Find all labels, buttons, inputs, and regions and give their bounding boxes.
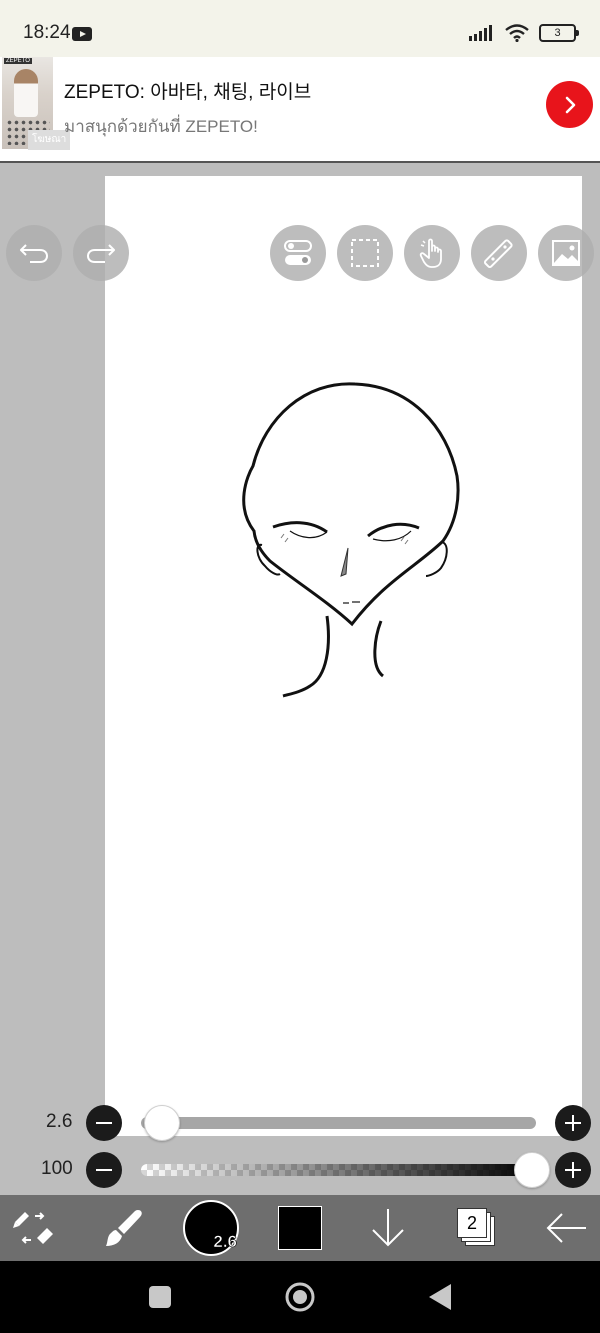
drawing-canvas[interactable] <box>105 176 582 1136</box>
download-button[interactable] <box>366 1195 410 1261</box>
brush-preview: 2.6 <box>183 1200 239 1256</box>
ad-subtitle[interactable]: มาสนุกด้วยกันที่ ZEPETO! <box>64 113 258 140</box>
canvas-area[interactable] <box>0 165 600 1195</box>
status-icons: 3 <box>469 24 579 42</box>
home-icon <box>285 1282 315 1312</box>
swap-tool-icon <box>13 1212 53 1244</box>
selection-icon <box>351 239 379 267</box>
redo-icon <box>86 244 115 263</box>
brush-icon <box>106 1210 142 1246</box>
brush-size-slider-row: 2.6 <box>0 1101 600 1145</box>
color-button[interactable] <box>276 1195 324 1261</box>
opacity-label: 100 <box>41 1158 73 1179</box>
brush-size-badge: 2.6 <box>213 1232 237 1252</box>
brush-size-slider-track[interactable] <box>141 1117 536 1129</box>
head-sketch <box>242 382 460 698</box>
gesture-icon <box>419 238 442 268</box>
status-time: 18:24 <box>23 22 71 43</box>
brush-size-label: 2.6 <box>46 1111 73 1132</box>
undo-icon <box>20 244 49 263</box>
battery-icon: 3 <box>539 24 579 42</box>
nav-back-button[interactable] <box>420 1261 460 1333</box>
recents-button[interactable] <box>140 1261 180 1333</box>
home-button[interactable] <box>280 1261 320 1333</box>
ad-thumbnail-logo: ZEPETO <box>4 58 32 64</box>
ad-thumbnail-person <box>14 69 38 117</box>
chevron-right-icon <box>565 96 575 113</box>
layers-icon: 2 <box>457 1208 497 1248</box>
image-button[interactable] <box>538 225 594 281</box>
redo-button[interactable] <box>73 225 129 281</box>
toggle-icon <box>284 240 312 265</box>
layer-count: 2 <box>466 1213 477 1233</box>
ruler-button[interactable] <box>471 225 527 281</box>
opacity-decrease-button[interactable] <box>86 1152 122 1188</box>
brush-settings-button[interactable]: 2.6 <box>182 1195 240 1261</box>
youtube-icon <box>72 27 92 41</box>
toggle-button[interactable] <box>270 225 326 281</box>
brush-size-decrease-button[interactable] <box>86 1105 122 1141</box>
undo-button[interactable] <box>6 225 62 281</box>
color-icon <box>278 1206 322 1250</box>
brush-size-slider-knob[interactable] <box>144 1105 180 1141</box>
opacity-slider-track[interactable] <box>141 1164 536 1176</box>
brush-size-increase-button[interactable] <box>555 1105 591 1141</box>
back-arrow-icon <box>546 1213 586 1243</box>
back-button[interactable] <box>542 1195 590 1261</box>
status-bar: 18:24 3 <box>0 0 600 57</box>
brush-tool-button[interactable] <box>96 1195 152 1261</box>
ad-open-button[interactable] <box>546 81 593 128</box>
back-icon <box>429 1284 451 1310</box>
ad-banner[interactable]: ZEPETO โฆษณา ZEPETO: 아바타, 채팅, 라이브 มาสนุก… <box>0 57 600 163</box>
signal-icon <box>469 25 492 41</box>
selection-button[interactable] <box>337 225 393 281</box>
system-nav-bar <box>0 1261 600 1333</box>
opacity-slider-knob[interactable] <box>514 1152 550 1188</box>
layers-button[interactable]: 2 <box>454 1195 500 1261</box>
gesture-button[interactable] <box>404 225 460 281</box>
download-arrow-icon <box>372 1209 404 1247</box>
image-icon <box>552 240 580 266</box>
opacity-increase-button[interactable] <box>555 1152 591 1188</box>
ad-title[interactable]: ZEPETO: 아바타, 채팅, 라이브 <box>64 77 311 104</box>
opacity-slider-row: 100 <box>0 1148 600 1192</box>
bottom-toolbar: 2.6 2 <box>0 1195 600 1261</box>
wifi-icon <box>505 24 529 42</box>
ruler-icon <box>484 239 513 268</box>
swap-tool-button[interactable] <box>5 1195 61 1261</box>
recents-icon <box>149 1286 171 1308</box>
